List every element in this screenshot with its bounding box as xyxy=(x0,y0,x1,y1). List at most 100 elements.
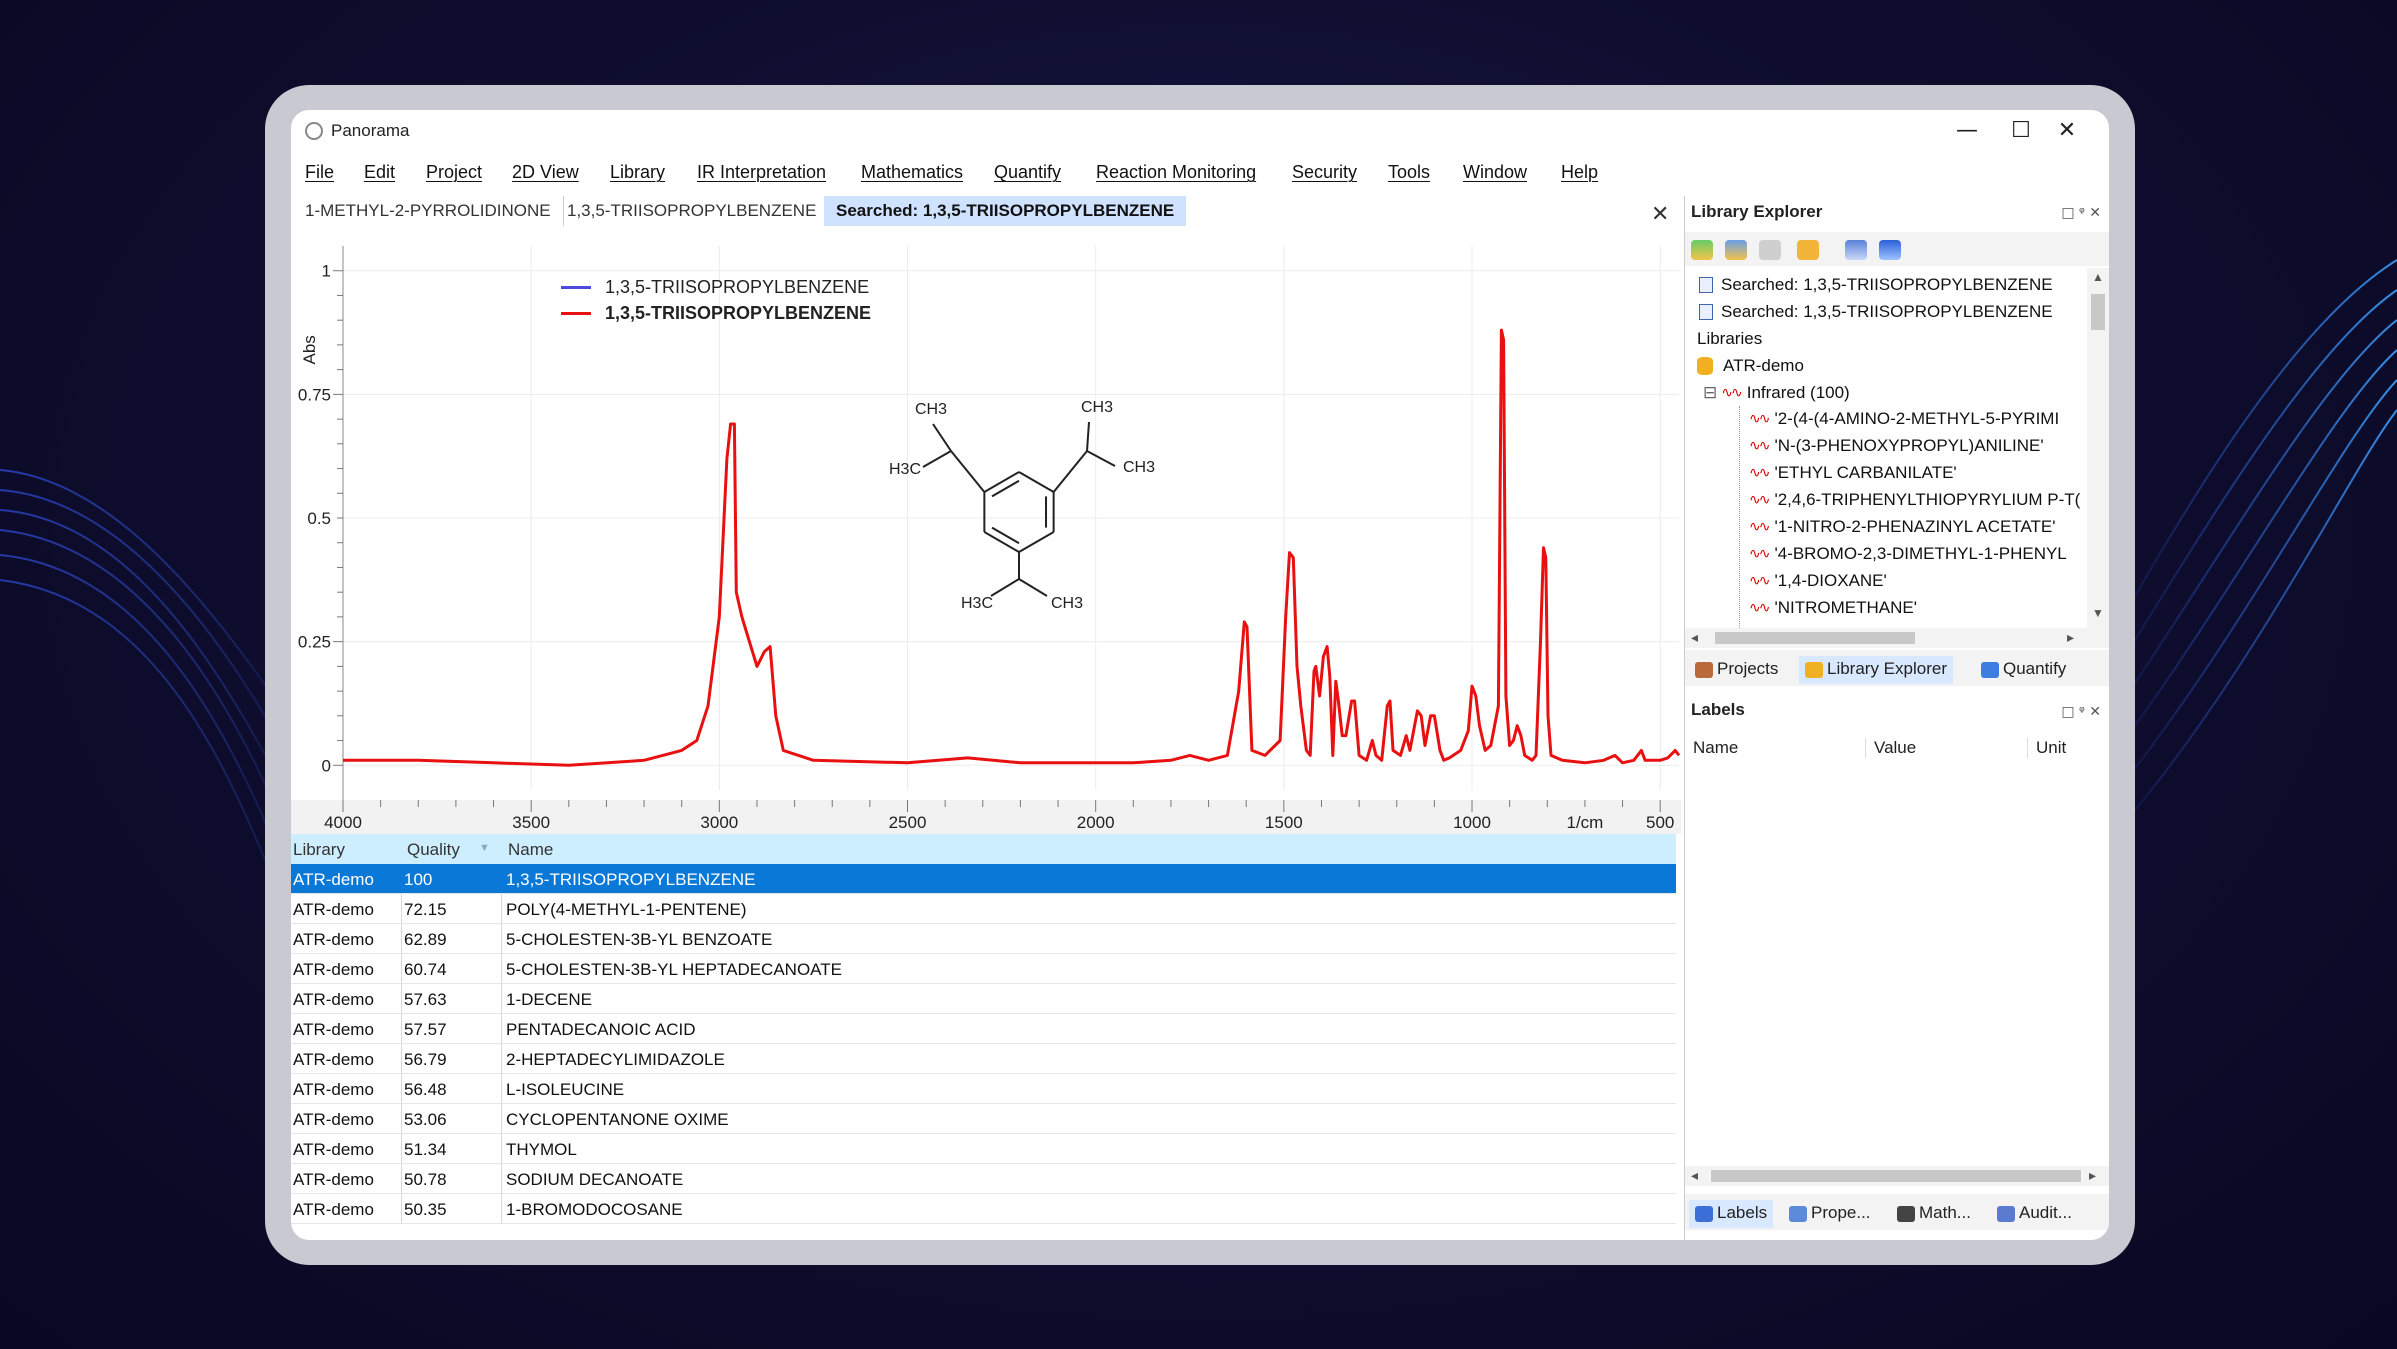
scroll-left-icon[interactable]: ◂ xyxy=(1691,629,1698,646)
menu-2d-view[interactable]: 2D View xyxy=(512,162,579,183)
menu-mathematics[interactable]: Mathematics xyxy=(861,162,963,183)
scroll-right-icon[interactable]: ▸ xyxy=(2089,1167,2096,1184)
table-row[interactable]: ATR-demo 57.63 1-DECENE xyxy=(291,984,1676,1014)
cell-library: ATR-demo xyxy=(293,1170,374,1189)
tree-spectrum-item[interactable]: ∿∿ 'N-(3-PHENOXYPROPYL)ANILINE' xyxy=(1749,433,2044,459)
col-label-value[interactable]: Value xyxy=(1865,738,1916,758)
tab-audit[interactable]: Audit... xyxy=(1991,1200,2078,1228)
scroll-down-icon[interactable]: ▼ xyxy=(2092,606,2104,620)
legend-entry-2: 1,3,5-TRIISOPROPYLBENZENE xyxy=(561,300,871,326)
search-spectrum-icon[interactable] xyxy=(1845,240,1867,260)
menu-help[interactable]: Help xyxy=(1561,162,1598,183)
close-document-icon[interactable]: ✕ xyxy=(1651,204,1669,226)
menu-ir-interpretation[interactable]: IR Interpretation xyxy=(697,162,826,183)
tab-methyl-pyrrolidinone[interactable]: 1-METHYL-2-PYRROLIDINONE xyxy=(293,196,564,226)
tree-vertical-scrollbar[interactable]: ▲ ▼ xyxy=(2087,268,2109,628)
database-icon xyxy=(1697,357,1713,375)
scroll-left-icon[interactable]: ◂ xyxy=(1691,1167,1698,1184)
library-disabled-icon[interactable] xyxy=(1759,240,1781,260)
scroll-up-icon[interactable]: ▲ xyxy=(2092,270,2104,284)
minimize-button[interactable]: — xyxy=(1937,116,1997,146)
menu-edit[interactable]: Edit xyxy=(364,162,395,183)
menu-security[interactable]: Security xyxy=(1292,162,1357,183)
tree-label: 'N-(3-PHENOXYPROPYL)ANILINE' xyxy=(1774,436,2044,455)
table-row[interactable]: ATR-demo 100 1,3,5-TRIISOPROPYLBENZENE xyxy=(291,864,1676,894)
scroll-right-icon[interactable]: ▸ xyxy=(2067,629,2074,646)
projects-icon xyxy=(1695,662,1713,678)
cell-quality: 50.78 xyxy=(404,1170,447,1189)
search-icon[interactable] xyxy=(1879,240,1901,260)
open-folder-icon[interactable] xyxy=(1797,240,1819,260)
table-row[interactable]: ATR-demo 50.35 1-BROMODOCOSANE xyxy=(291,1194,1676,1224)
cell-library: ATR-demo xyxy=(293,900,374,919)
tree-libraries[interactable]: Libraries xyxy=(1697,326,1762,352)
menu-quantify[interactable]: Quantify xyxy=(994,162,1061,183)
add-library-icon[interactable] xyxy=(1691,240,1713,260)
tree-searched-1[interactable]: Searched: 1,3,5-TRIISOPROPYLBENZENE xyxy=(1699,272,2053,298)
tree-searched-2[interactable]: Searched: 1,3,5-TRIISOPROPYLBENZENE xyxy=(1699,299,2053,325)
library-props-icon[interactable] xyxy=(1725,240,1747,260)
tab-searched-triisopropylbenzene[interactable]: Searched: 1,3,5-TRIISOPROPYLBENZENE xyxy=(824,196,1187,226)
scrollbar-thumb[interactable] xyxy=(1711,1170,2081,1182)
tree-library-atr-demo[interactable]: ATR-demo xyxy=(1697,353,1804,379)
tab-quantify[interactable]: Quantify xyxy=(1975,656,2072,684)
menu-library[interactable]: Library xyxy=(610,162,665,183)
scrollbar-thumb[interactable] xyxy=(2091,294,2105,330)
tree-spectrum-item[interactable]: ∿∿ '1,4-DIOXANE' xyxy=(1749,568,1887,594)
close-button[interactable]: ✕ xyxy=(2037,116,2097,146)
menu-project[interactable]: Project xyxy=(426,162,482,183)
table-row[interactable]: ATR-demo 56.79 2-HEPTADECYLIMIDAZOLE xyxy=(291,1044,1676,1074)
legend-label-2: 1,3,5-TRIISOPROPYLBENZENE xyxy=(605,302,872,323)
spectrum-plot[interactable]: 4000 3500 3000 2500 2000 1500 1000 500 0 0.25 0.5 0… xyxy=(291,234,1681,834)
bond xyxy=(990,578,1020,597)
tree-label: 'NITROMETHANE' xyxy=(1774,598,1917,617)
cell-quality: 62.89 xyxy=(404,930,447,949)
tree-spectrum-item[interactable]: ∿∿ '4-BROMO-2,3-DIMETHYL-1-PHENYL xyxy=(1749,541,2067,567)
spectrum-chart[interactable]: 4000 3500 3000 2500 2000 1500 1000 500 0 0.25 0.5 0… xyxy=(291,234,1681,834)
labels-panel: Labels □ ᵠ ✕ Name Value Unit ◂ ▸ Labels … xyxy=(1685,696,2109,1240)
col-quality[interactable]: Quality xyxy=(407,840,460,860)
tree-spectrum-item[interactable]: ∿∿ '2-(4-(4-AMINO-2-METHYL-5-PYRIMI xyxy=(1749,406,2059,432)
table-row[interactable]: ATR-demo 50.78 SODIUM DECANOATE xyxy=(291,1164,1676,1194)
tab-labels[interactable]: Labels xyxy=(1689,1200,1774,1228)
scrollbar-thumb[interactable] xyxy=(1715,632,1915,644)
tab-properties[interactable]: Prope... xyxy=(1783,1200,1877,1228)
table-row[interactable]: ATR-demo 60.74 5-CHOLESTEN-3B-YL HEPTADECA… xyxy=(291,954,1676,984)
tree-spectrum-item[interactable]: ∿∿ '2,4,6-TRIPHENYLTHIOPYRYLIUM P-T( xyxy=(1749,487,2080,513)
table-row[interactable]: ATR-demo 51.34 THYMOL xyxy=(291,1134,1676,1164)
table-row[interactable]: ATR-demo 56.48 L-ISOLEUCINE xyxy=(291,1074,1676,1104)
tree-horizontal-scrollbar[interactable]: ◂ ▸ xyxy=(1685,628,2109,648)
tree-spectrum-item[interactable]: ∿∿ '1-NITRO-2-PHENAZINYL ACETATE' xyxy=(1749,514,2056,540)
table-row[interactable]: ATR-demo 72.15 POLY(4-METHYL-1-PENTENE) xyxy=(291,894,1676,924)
col-library[interactable]: Library xyxy=(293,840,345,860)
tree-spectrum-item[interactable]: ∿∿ 'NITROMETHANE' xyxy=(1749,595,1917,621)
menu-reaction-monitoring[interactable]: Reaction Monitoring xyxy=(1096,162,1256,183)
x-tick-label: 3000 xyxy=(700,813,738,832)
menu-window[interactable]: Window xyxy=(1463,162,1527,183)
bond xyxy=(983,531,1020,553)
panel-controls-icon[interactable]: □ ᵠ ✕ xyxy=(2061,205,2101,221)
table-row[interactable]: ATR-demo 62.89 5-CHOLESTEN-3B-YL BENZOATE xyxy=(291,924,1676,954)
tab-triisopropylbenzene[interactable]: 1,3,5-TRIISOPROPYLBENZENE xyxy=(555,196,828,226)
spectrum-icon: ∿∿ xyxy=(1749,492,1771,508)
menu-tools[interactable]: Tools xyxy=(1388,162,1430,183)
x-tick-label: 4000 xyxy=(324,813,362,832)
col-name[interactable]: Name xyxy=(508,840,553,860)
col-label-unit[interactable]: Unit xyxy=(2027,738,2066,758)
labels-horizontal-scrollbar[interactable]: ◂ ▸ xyxy=(1685,1166,2109,1186)
labels-title: Labels xyxy=(1691,700,1745,719)
table-row[interactable]: ATR-demo 53.06 CYCLOPENTANONE OXIME xyxy=(291,1104,1676,1134)
tree-label: '2,4,6-TRIPHENYLTHIOPYRYLIUM P-T( xyxy=(1774,490,2081,509)
tab-math[interactable]: Math... xyxy=(1891,1200,1977,1228)
cell-library: ATR-demo xyxy=(293,1050,374,1069)
table-row[interactable]: ATR-demo 57.57 PENTADECANOIC ACID xyxy=(291,1014,1676,1044)
tree-folder-infrared[interactable]: ⊟ ∿∿ Infrared (100) xyxy=(1703,380,1850,406)
collapse-icon[interactable]: ⊟ xyxy=(1703,383,1717,403)
menu-file[interactable]: File xyxy=(305,162,334,183)
tree-spectrum-item[interactable]: ∿∿ 'ETHYL CARBANILATE' xyxy=(1749,460,1957,486)
col-label-name[interactable]: Name xyxy=(1693,738,1738,758)
spectrum-icon: ∿∿ xyxy=(1721,385,1743,401)
tab-library-explorer[interactable]: Library Explorer xyxy=(1799,656,1953,684)
tab-projects[interactable]: Projects xyxy=(1689,656,1784,684)
panel-controls-icon[interactable]: □ ᵠ ✕ xyxy=(2061,704,2101,720)
